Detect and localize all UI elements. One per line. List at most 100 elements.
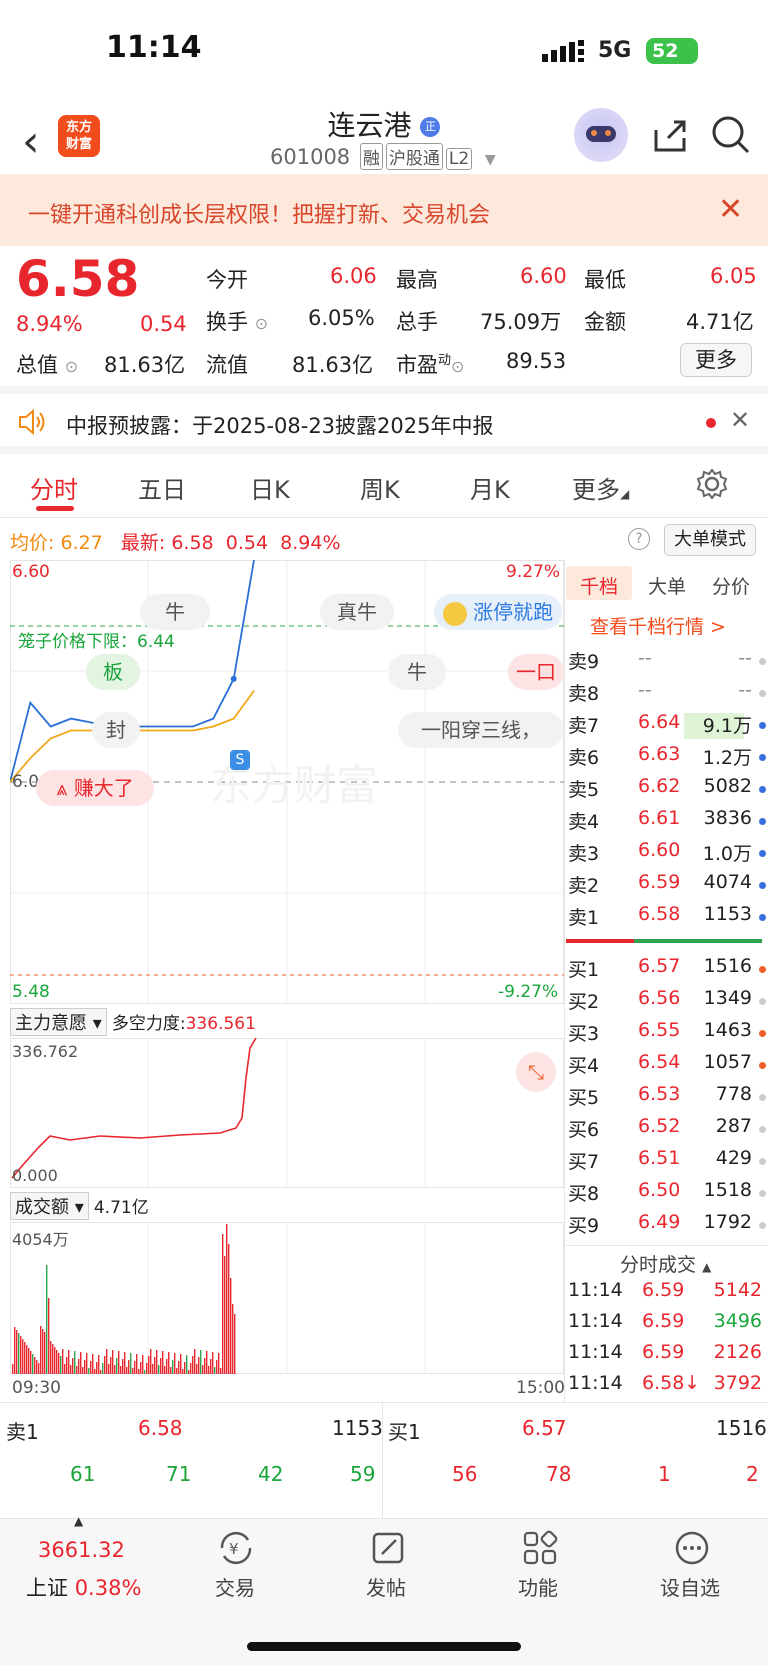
nav-features[interactable]: 功能 (518, 1572, 558, 1601)
order-dot-icon (759, 818, 766, 825)
comment-bubble[interactable]: 板 (86, 654, 140, 690)
bid-level-price: 6.54 (638, 1051, 681, 1073)
more-button[interactable]: 更多 (680, 343, 752, 377)
mktcap-label: 总值 ⊙ (16, 353, 79, 377)
ask-level-row[interactable]: 卖7 6.64 9.1万 (566, 711, 768, 743)
tab-daily-k[interactable]: 日K (250, 470, 290, 505)
stock-code-row[interactable]: 601008 融沪股通 L2 ▼ (270, 143, 496, 170)
info-icon[interactable]: ⊙ (65, 357, 78, 376)
volume-bar (66, 1357, 68, 1374)
level1-buy-vol: 1516 (716, 1416, 767, 1440)
pe-value: 89.53 (506, 349, 567, 373)
volume-bar (60, 1356, 62, 1374)
volume-bar (104, 1356, 106, 1374)
sell-marker[interactable]: S (230, 750, 250, 770)
volume-bar (96, 1362, 98, 1374)
nav-post[interactable]: 发帖 (366, 1572, 406, 1601)
close-icon[interactable]: ✕ (730, 406, 750, 434)
comment-bubble[interactable]: 牛 (140, 594, 210, 630)
close-icon[interactable]: ✕ (718, 192, 743, 227)
comment-bubble[interactable]: 真牛 (320, 594, 394, 630)
view-levels-link[interactable]: 查看千档行情 > (590, 612, 726, 639)
tag-l2: L2 (445, 148, 473, 170)
info-icon[interactable]: ⊙ (255, 314, 268, 333)
trade-icon[interactable]: ¥ (216, 1530, 256, 1570)
comment-bubble[interactable]: 一口 (508, 654, 564, 690)
ask-level-row[interactable]: 卖5 6.62 5082 (566, 775, 768, 807)
grid-apps-icon[interactable] (522, 1530, 558, 1570)
volume-select[interactable]: 成交额 ▾ (10, 1192, 89, 1220)
ask-level-price: 6.62 (638, 775, 681, 797)
price-point (230, 675, 237, 682)
bid-level-row[interactable]: 买3 6.55 1463 (566, 1019, 768, 1051)
indicator-select[interactable]: 主力意愿 ▾ (10, 1008, 107, 1036)
settings-gear-icon[interactable] (696, 468, 728, 504)
ask-level-row[interactable]: 卖2 6.59 4074 (566, 871, 768, 903)
tab-price-distribution[interactable]: 分价 (712, 572, 750, 599)
post-icon[interactable] (370, 1530, 406, 1570)
tab-big-orders[interactable]: 大单 (648, 572, 686, 599)
divider (0, 1402, 768, 1403)
pe-label: 市盈动⊙ (396, 353, 465, 377)
ticks-title[interactable]: 分时成交 ▲ (620, 1250, 711, 1277)
comment-bubble[interactable]: 涨停就跑 (434, 594, 562, 630)
order-dot-icon (759, 722, 766, 729)
notice-text[interactable]: 中报预披露：于2025-08-23披露2025年中报 (66, 410, 493, 440)
expand-icon[interactable]: ⤡ (516, 1052, 556, 1092)
info-icon[interactable]: ⊙ (451, 357, 464, 376)
promo-banner-text[interactable]: 一键开通科创成长层权限！把握打新、交易机会 (28, 197, 490, 229)
bid-level-row[interactable]: 买2 6.56 1349 (566, 987, 768, 1019)
ask-level-row[interactable]: 卖3 6.60 1.0万 (566, 839, 768, 871)
open-label: 今开 (206, 268, 248, 292)
bid-level-row[interactable]: 买4 6.54 1057 (566, 1051, 768, 1083)
robot-avatar-icon[interactable] (574, 108, 628, 162)
volume-bar (76, 1366, 78, 1374)
tab-five-day[interactable]: 五日 (138, 470, 186, 505)
help-icon[interactable]: ? (628, 528, 650, 550)
volume-bar (20, 1336, 22, 1374)
indicator-chart[interactable] (10, 1038, 564, 1188)
comment-bubble[interactable]: ⩓ 赚大了 (36, 770, 154, 806)
ask-level-row[interactable]: 卖8 -- -- (566, 679, 768, 711)
ask-level-row[interactable]: 卖1 6.58 1153 (566, 903, 768, 935)
volume-bar (40, 1326, 42, 1374)
sell-queue-item: 71 (166, 1462, 192, 1486)
comment-bubble[interactable]: 封 (92, 712, 140, 748)
tab-more[interactable]: 更多◢ (572, 470, 629, 505)
signal-icon (542, 40, 590, 68)
volume-value: 75.09万 (480, 310, 562, 334)
index-ticker[interactable]: 上证 0.38% (26, 1572, 141, 1602)
volume-bar (172, 1360, 174, 1374)
bid-level-row[interactable]: 买8 6.50 1518 (566, 1179, 768, 1211)
comment-bubble[interactable]: 一阳穿三线， (398, 712, 564, 748)
ask-level-row[interactable]: 卖6 6.63 1.2万 (566, 743, 768, 775)
volume-bar (154, 1357, 156, 1374)
tab-intraday[interactable]: 分时 (30, 470, 78, 505)
bid-level-volume: 1057 (703, 1051, 752, 1073)
comment-bubble[interactable]: 牛 (388, 654, 446, 690)
tab-monthly-k[interactable]: 月K (470, 470, 510, 505)
bid-level-row[interactable]: 买5 6.53 778 (566, 1083, 768, 1115)
tab-weekly-k[interactable]: 周K (360, 470, 400, 505)
bid-level-row[interactable]: 买1 6.57 1516 (566, 955, 768, 987)
ask-level-volume: 9.1万 (702, 715, 752, 737)
big-order-mode-button[interactable]: 大单模式 (664, 524, 756, 556)
index-value[interactable]: 3661.32 (38, 1538, 125, 1562)
nav-add-watchlist[interactable]: 设自选 (660, 1572, 720, 1601)
volume-bar (232, 1304, 234, 1374)
nav-trade[interactable]: 交易 (215, 1572, 255, 1601)
more-dots-icon[interactable] (674, 1530, 710, 1570)
ask-level-row[interactable]: 卖4 6.61 3836 (566, 807, 768, 839)
bid-level-row[interactable]: 买7 6.51 429 (566, 1147, 768, 1179)
search-icon[interactable] (710, 114, 752, 160)
order-dot-icon (759, 1190, 766, 1197)
bid-level-volume: 1516 (703, 955, 752, 977)
bid-level-row[interactable]: 买9 6.49 1792 (566, 1211, 768, 1243)
volume-chart[interactable] (10, 1222, 564, 1374)
tab-thousand-levels[interactable]: 千档 (580, 572, 618, 599)
bid-level-row[interactable]: 买6 6.52 287 (566, 1115, 768, 1147)
divider (564, 560, 565, 1402)
volume-bar (14, 1327, 16, 1374)
ask-level-row[interactable]: 卖9 -- -- (566, 647, 768, 679)
share-icon[interactable] (650, 116, 690, 160)
